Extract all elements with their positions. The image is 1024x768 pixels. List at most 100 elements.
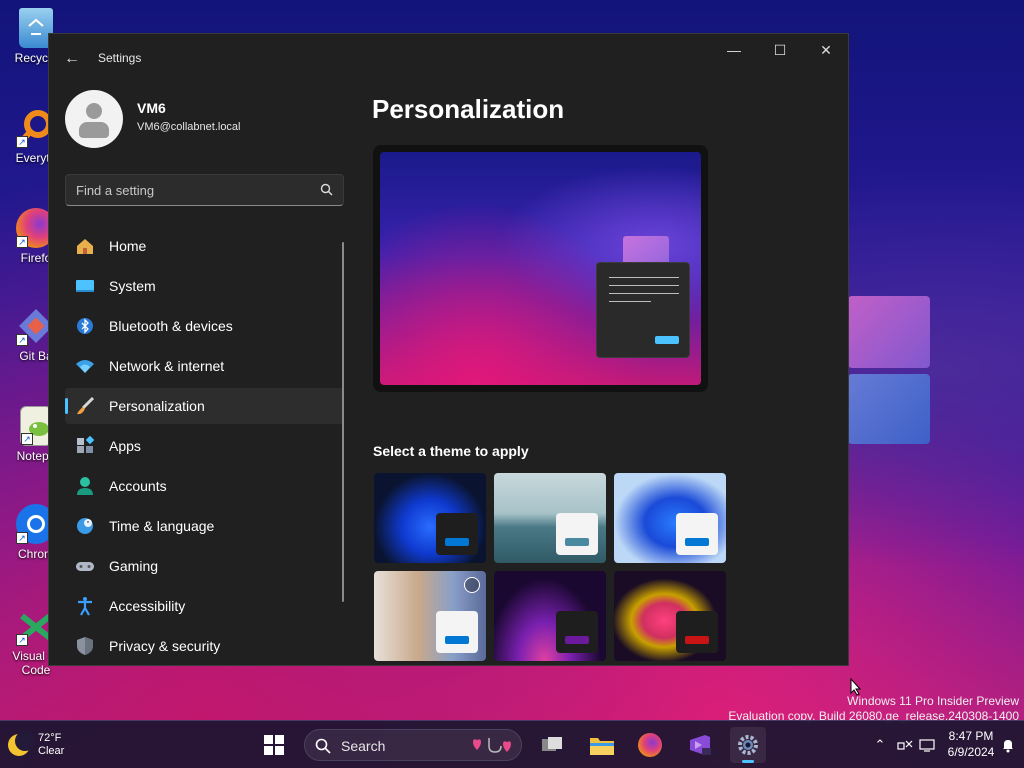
windows-logo-icon xyxy=(264,735,284,755)
accounts-icon xyxy=(75,476,95,496)
search-icon xyxy=(320,183,333,196)
theme-tile[interactable] xyxy=(494,473,606,563)
user-email: VM6@collabnet.local xyxy=(137,121,241,133)
search-input[interactable] xyxy=(66,175,306,205)
accessibility-icon xyxy=(75,596,95,616)
system-icon xyxy=(75,276,95,296)
user-name: VM6 xyxy=(137,100,166,116)
close-button[interactable]: ✕ xyxy=(803,34,848,66)
nav-label: Time & language xyxy=(109,518,215,534)
nav-label: Gaming xyxy=(109,558,159,574)
theme-preview xyxy=(373,145,708,392)
sidebar-item-personalization[interactable]: Personalization xyxy=(65,388,344,424)
shortcut-arrow-icon: ↗ xyxy=(16,236,28,248)
theme-accent-swatch xyxy=(565,538,589,546)
sidebar-item-accessibility[interactable]: Accessibility xyxy=(65,588,344,624)
apps-icon xyxy=(75,435,95,456)
title-bar: ← Settings — ☐ ✕ xyxy=(49,34,848,82)
theme-accent-swatch xyxy=(685,636,709,644)
task-view-button[interactable] xyxy=(534,727,570,763)
folder-icon xyxy=(590,738,614,755)
taskbar: 72°F Clear Search ⌃ 8:47 PM 6/9/2024 xyxy=(0,720,1024,768)
start-button[interactable] xyxy=(256,727,292,763)
settings-search[interactable] xyxy=(65,174,344,206)
nav-label: Apps xyxy=(109,438,141,454)
minimize-button[interactable]: — xyxy=(711,34,757,66)
search-highlight-icon xyxy=(473,738,511,753)
network-status-icon[interactable] xyxy=(897,737,913,753)
theme-tile[interactable] xyxy=(374,473,486,563)
themes-heading: Select a theme to apply xyxy=(373,443,529,459)
sidebar-item-bluetooth[interactable]: Bluetooth & devices xyxy=(65,308,344,344)
theme-grid xyxy=(374,473,730,661)
nav-label: Home xyxy=(109,238,147,254)
preview-wallpaper xyxy=(380,152,701,385)
globe-icon xyxy=(75,516,95,536)
sidebar-scrollbar[interactable] xyxy=(342,242,344,602)
sidebar-item-system[interactable]: System xyxy=(65,268,344,304)
preview-dialog xyxy=(596,262,690,358)
weather-condition: Clear xyxy=(38,745,65,757)
display-icon[interactable] xyxy=(919,737,935,753)
slideshow-icon xyxy=(464,577,480,593)
home-icon xyxy=(75,236,95,256)
gamepad-icon xyxy=(75,556,95,576)
clock-time: 8:47 PM xyxy=(948,729,994,743)
taskbar-search[interactable]: Search xyxy=(304,729,522,761)
firefox-taskbar-button[interactable] xyxy=(632,727,668,763)
preview-accent-button xyxy=(655,336,679,344)
nav-label: Network & internet xyxy=(109,358,225,374)
theme-tile[interactable] xyxy=(614,571,726,661)
maximize-button[interactable]: ☐ xyxy=(757,34,803,66)
theme-tile[interactable] xyxy=(494,571,606,661)
visual-studio-icon xyxy=(690,735,711,755)
shortcut-arrow-icon: ↗ xyxy=(16,136,28,148)
moon-icon xyxy=(8,731,35,756)
brush-icon xyxy=(75,396,95,416)
visual-studio-button[interactable] xyxy=(682,727,718,763)
theme-accent-swatch xyxy=(445,636,469,644)
system-clock[interactable]: 8:47 PM 6/9/2024 xyxy=(940,728,1002,760)
theme-accent-swatch xyxy=(445,538,469,546)
sidebar-item-home[interactable]: Home xyxy=(65,228,344,264)
nav-label: System xyxy=(109,278,156,294)
clock-date: 6/9/2024 xyxy=(947,745,995,759)
nav-label: Accessibility xyxy=(109,598,186,614)
watermark-line-1: Windows 11 Pro Insider Preview xyxy=(847,694,1019,708)
sidebar-item-gaming[interactable]: Gaming xyxy=(65,548,344,584)
sidebar-item-privacy[interactable]: Privacy & security xyxy=(65,628,344,664)
theme-accent-swatch xyxy=(685,538,709,546)
sidebar-item-apps[interactable]: Apps xyxy=(65,428,344,464)
sidebar-item-time-language[interactable]: Time & language xyxy=(65,508,344,544)
gear-icon xyxy=(738,735,758,755)
taskbar-search-label: Search xyxy=(341,738,386,754)
desktop-windows-logo xyxy=(848,296,932,446)
nav-label: Privacy & security xyxy=(109,638,221,654)
sidebar: VM6 VM6@collabnet.local Home System xyxy=(49,82,359,665)
theme-accent-swatch xyxy=(565,636,589,644)
shortcut-arrow-icon: ↗ xyxy=(16,634,28,646)
shield-icon xyxy=(75,636,95,656)
settings-window: ← Settings — ☐ ✕ VM6 VM6@collabnet.local… xyxy=(48,33,849,666)
shortcut-arrow-icon: ↗ xyxy=(21,433,33,445)
theme-tile[interactable] xyxy=(614,473,726,563)
shortcut-arrow-icon: ↗ xyxy=(16,334,28,346)
window-title: Settings xyxy=(98,51,142,65)
weather-widget[interactable]: 72°F Clear xyxy=(8,729,64,761)
firefox-icon xyxy=(638,733,662,757)
network-icon xyxy=(75,356,95,376)
notification-bell-icon[interactable] xyxy=(1000,737,1016,753)
nav-list: Home System Bluetooth & devices Network … xyxy=(65,228,344,665)
theme-tile[interactable] xyxy=(374,571,486,661)
settings-taskbar-button[interactable] xyxy=(730,727,766,763)
page-title: Personalization xyxy=(372,94,565,124)
chevron-up-icon[interactable]: ⌃ xyxy=(872,737,888,753)
back-arrow-icon[interactable]: ← xyxy=(61,48,83,70)
task-view-icon xyxy=(542,737,562,751)
nav-label: Bluetooth & devices xyxy=(109,318,233,334)
sidebar-item-accounts[interactable]: Accounts xyxy=(65,468,344,504)
nav-label: Personalization xyxy=(109,398,205,414)
sidebar-item-network[interactable]: Network & internet xyxy=(65,348,344,384)
avatar xyxy=(65,90,123,148)
file-explorer-button[interactable] xyxy=(584,727,620,763)
